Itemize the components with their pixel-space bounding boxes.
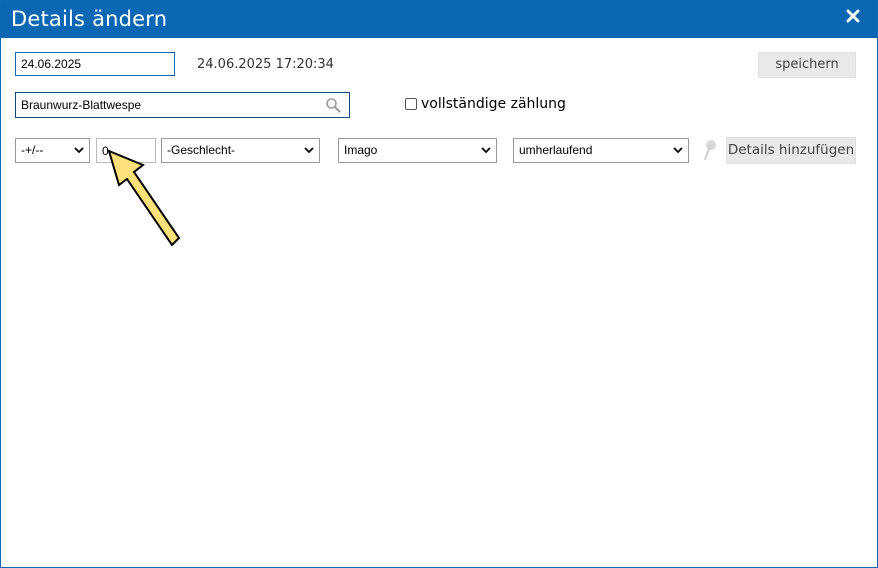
- details-dialog: Details ändern 24.06.2025 17:20:34 speic…: [0, 0, 878, 568]
- chevron-down-icon: [481, 147, 491, 154]
- chevron-down-icon: [74, 147, 84, 154]
- chevron-down-icon: [304, 147, 314, 154]
- sign-select[interactable]: -+/--: [15, 138, 90, 163]
- stage-select[interactable]: Imago: [338, 138, 497, 163]
- chevron-down-icon: [673, 147, 683, 154]
- species-input[interactable]: [15, 92, 350, 118]
- arrow-annotation-icon: [107, 149, 181, 247]
- behavior-select-value: umherlaufend: [519, 143, 593, 157]
- sign-select-value: -+/--: [21, 143, 44, 157]
- behavior-select[interactable]: umherlaufend: [513, 138, 689, 163]
- date-input[interactable]: [15, 52, 175, 76]
- dialog-title: Details ändern: [11, 7, 168, 31]
- search-icon[interactable]: [325, 97, 341, 113]
- complete-count-label: vollständige zählung: [421, 96, 566, 112]
- timestamp: 24.06.2025 17:20:34: [197, 57, 334, 72]
- stage-select-value: Imago: [344, 143, 378, 157]
- species-search: [15, 92, 350, 118]
- close-icon[interactable]: [845, 8, 861, 24]
- complete-count-checkbox[interactable]: [405, 98, 417, 110]
- pin-icon[interactable]: [703, 139, 717, 161]
- complete-count-option[interactable]: vollständige zählung: [405, 96, 566, 112]
- add-details-button[interactable]: Details hinzufügen: [726, 137, 856, 164]
- dialog-titlebar: Details ändern: [1, 1, 877, 38]
- save-button[interactable]: speichern: [758, 52, 856, 78]
